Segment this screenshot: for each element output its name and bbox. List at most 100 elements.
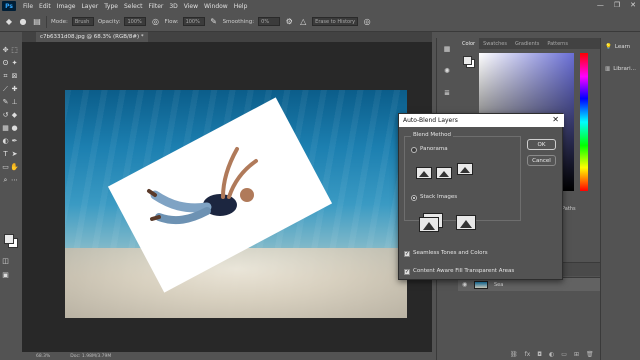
menu-filter[interactable]: Filter xyxy=(146,3,167,10)
spot-heal-icon[interactable]: ✚ xyxy=(10,84,19,94)
angle-icon[interactable]: △ xyxy=(298,17,308,27)
pen-icon[interactable]: ✒ xyxy=(10,136,19,146)
zoom-icon[interactable]: ⌕ xyxy=(1,175,10,185)
stack-images-label[interactable]: Stack Images xyxy=(420,194,457,200)
learn-label: Learn xyxy=(614,44,631,50)
menu-edit[interactable]: Edit xyxy=(36,3,54,10)
panel-foreground-swatch[interactable] xyxy=(463,56,472,65)
smoothing-label: Smoothing: xyxy=(222,18,255,25)
menu-layer[interactable]: Layer xyxy=(78,3,101,10)
fx-icon[interactable]: fx xyxy=(525,351,531,358)
pressure-opacity-icon[interactable]: ◎ xyxy=(150,17,160,27)
content-aware-label[interactable]: Content Aware Fill Transparent Areas xyxy=(413,268,514,274)
eyedropper-icon[interactable]: ⟋ xyxy=(1,84,10,94)
panorama-label[interactable]: Panorama xyxy=(420,146,448,152)
lightbulb-icon: 💡 xyxy=(605,44,612,50)
new-layer-icon[interactable]: ⊞ xyxy=(574,351,579,358)
brush-icon[interactable]: ✎ xyxy=(1,97,10,107)
foreground-color-swatch[interactable] xyxy=(4,234,14,244)
blend-method-label: Blend Method xyxy=(411,132,454,138)
menu-type[interactable]: Type xyxy=(101,3,121,10)
window-controls: — ❐ ✕ xyxy=(597,1,636,9)
history-panel-icon[interactable]: ▦ xyxy=(442,44,452,54)
stack-images-radio[interactable] xyxy=(411,195,417,201)
screen-mode-icon[interactable]: ▣ xyxy=(1,270,10,280)
libraries-column: 💡 Learn ▥ Librari... xyxy=(600,38,640,360)
menu-view[interactable]: View xyxy=(181,3,201,10)
dialog-close-button[interactable]: ✕ xyxy=(552,115,559,124)
tab-swatches[interactable]: Swatches xyxy=(479,38,511,49)
maximize-button[interactable]: ❐ xyxy=(614,1,620,9)
hand-icon[interactable]: ✋ xyxy=(10,162,19,172)
menu-3d[interactable]: 3D xyxy=(166,3,180,10)
library-icon: ▥ xyxy=(605,66,611,72)
learn-panel-button[interactable]: 💡 Learn xyxy=(605,44,630,50)
minimize-button[interactable]: — xyxy=(597,1,604,9)
gradient-icon[interactable]: ▦ xyxy=(1,123,10,133)
adjustments-panel-icon[interactable]: ✺ xyxy=(442,66,452,76)
close-window-button[interactable]: ✕ xyxy=(630,1,636,9)
properties-panel-icon[interactable]: ≣ xyxy=(442,88,452,98)
opacity-field[interactable]: 100% xyxy=(124,17,147,26)
crop-icon[interactable]: ⌗ xyxy=(1,71,10,81)
hue-slider[interactable] xyxy=(580,53,588,191)
seamless-tones-label[interactable]: Seamless Tones and Colors xyxy=(413,250,488,256)
document-info: Doc: 1.98M/3.79M xyxy=(70,353,112,359)
dialog-title: Auto-Blend Layers xyxy=(403,117,458,124)
panorama-thumb-3 xyxy=(457,163,473,175)
document-tab[interactable]: c7b6331d08.jpg @ 68.3% (RGB/8#) * xyxy=(36,32,148,42)
eraser-icon[interactable]: ◆ xyxy=(10,110,19,120)
erase-to-history-toggle[interactable]: Erase to History xyxy=(312,17,359,26)
eraser-icon[interactable]: ◆ xyxy=(4,17,14,27)
panorama-thumb-1 xyxy=(416,167,432,179)
flow-field[interactable]: 100% xyxy=(182,17,205,26)
tools-panel: ✥ ⬚ ʘ ✦ ⌗ ⊠ ⟋ ✚ ✎ ⊥ ↺ ◆ ▦ ● ◐ ✒ T ➤ ▭ ✋ … xyxy=(0,40,20,352)
ok-button[interactable]: OK xyxy=(527,139,556,150)
settings-gear-icon[interactable]: ⚙ xyxy=(284,17,294,27)
options-divider xyxy=(46,15,47,28)
brush-settings-icon[interactable]: ▤ xyxy=(32,17,42,27)
lasso-icon[interactable]: ʘ xyxy=(1,58,10,68)
blur-icon[interactable]: ● xyxy=(10,123,19,133)
brush-preset-icon[interactable]: ● xyxy=(18,17,28,27)
eye-icon[interactable]: ◉ xyxy=(462,281,467,288)
tab-patterns[interactable]: Patterns xyxy=(543,38,572,49)
libraries-panel-button[interactable]: ▥ Librari... xyxy=(605,66,636,72)
airbrush-icon[interactable]: ✎ xyxy=(209,17,219,27)
cancel-button[interactable]: Cancel xyxy=(527,155,556,166)
panorama-radio[interactable] xyxy=(411,147,417,153)
dodge-icon[interactable]: ◐ xyxy=(1,136,10,146)
shape-icon[interactable]: ▭ xyxy=(1,162,10,172)
mask-icon[interactable]: ◘ xyxy=(537,351,542,358)
marquee-icon[interactable]: ⬚ xyxy=(10,45,19,55)
stamp-icon[interactable]: ⊥ xyxy=(10,97,19,107)
mode-select[interactable]: Brush xyxy=(71,17,94,26)
move-icon[interactable]: ✥ xyxy=(1,45,10,55)
menu-select[interactable]: Select xyxy=(121,3,146,10)
quick-mask-icon[interactable]: ◫ xyxy=(1,256,10,266)
more-tools-icon[interactable]: ⋯ xyxy=(10,175,19,185)
frame-icon[interactable]: ⊠ xyxy=(10,71,19,81)
type-icon[interactable]: T xyxy=(1,149,10,159)
zoom-level[interactable]: 68.3% xyxy=(36,354,50,359)
history-brush-icon[interactable]: ↺ xyxy=(1,110,10,120)
adjustment-layer-icon[interactable]: ◐ xyxy=(549,351,554,358)
menu-bar: Ps File Edit Image Layer Type Select Fil… xyxy=(0,0,640,12)
group-icon[interactable]: ▭ xyxy=(561,351,567,358)
menu-help[interactable]: Help xyxy=(231,3,251,10)
tab-gradients[interactable]: Gradients xyxy=(511,38,543,49)
quick-select-icon[interactable]: ✦ xyxy=(10,58,19,68)
libraries-label: Librari... xyxy=(613,66,636,72)
delete-layer-icon[interactable]: 🗑 xyxy=(586,351,594,358)
paths-tab[interactable]: Paths xyxy=(562,206,576,212)
content-aware-checkbox[interactable]: ✓ xyxy=(404,269,410,275)
menu-file[interactable]: File xyxy=(20,3,36,10)
seamless-tones-checkbox[interactable]: ✓ xyxy=(404,251,410,257)
pressure-size-icon[interactable]: ◎ xyxy=(362,17,372,27)
menu-image[interactable]: Image xyxy=(54,3,79,10)
path-select-icon[interactable]: ➤ xyxy=(10,149,19,159)
menu-window[interactable]: Window xyxy=(201,3,231,10)
link-layers-icon[interactable]: ⛓ xyxy=(510,351,518,358)
tab-color[interactable]: Color xyxy=(458,38,480,49)
smoothing-field[interactable]: 0% xyxy=(258,17,281,26)
